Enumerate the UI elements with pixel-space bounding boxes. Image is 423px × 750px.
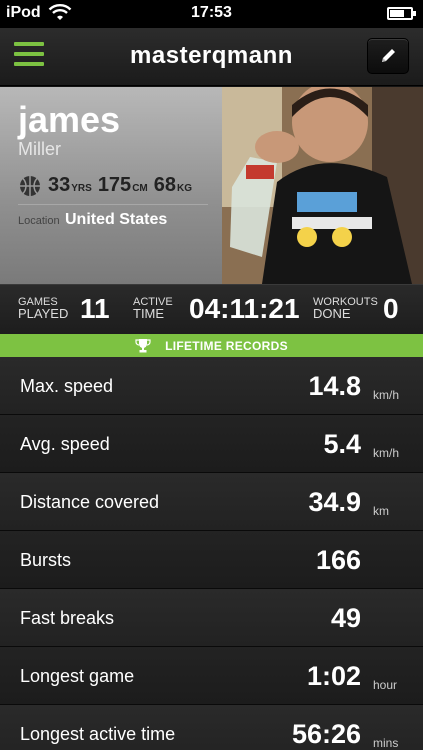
clock: 17:53 (191, 4, 232, 21)
record-value: 5.4 (323, 429, 361, 459)
battery-icon (387, 7, 416, 20)
age-unit: YRS (71, 183, 92, 194)
record-value: 14.8 (308, 371, 361, 401)
lifetime-records-title: LIFETIME RECORDS (165, 338, 288, 353)
weight-value: 68 (153, 174, 176, 196)
record-label: Max. speed (20, 376, 114, 396)
record-label: Longest game (20, 666, 135, 686)
profile-card: james Miller 33 YRS 175 CM 68 KG Locatio… (0, 87, 423, 284)
record-row-longest-game[interactable]: Longest game 1:02 hour (0, 647, 423, 705)
first-name: james (18, 99, 121, 140)
record-label: Avg. speed (20, 434, 110, 454)
body-stats: 33 YRS 175 CM 68 KG (18, 174, 198, 198)
record-label: Distance covered (20, 492, 160, 512)
record-row-avg-speed[interactable]: Avg. speed 5.4 km/h (0, 415, 423, 473)
divider (18, 204, 208, 205)
lifetime-records-header: LIFETIME RECORDS (0, 334, 423, 357)
basketball-icon (20, 176, 40, 196)
height-value: 175 (97, 174, 132, 196)
age-value: 33 (48, 174, 71, 196)
record-row-distance-covered[interactable]: Distance covered 34.9 km (0, 473, 423, 531)
games-played-label: GAMES PLAYED (18, 296, 69, 321)
record-unit: km/h (373, 446, 400, 460)
record-row-longest-active-time[interactable]: Longest active time 56:26 mins (0, 705, 423, 750)
record-row-fast-breaks[interactable]: Fast breaks 49 (0, 589, 423, 647)
record-row-max-speed[interactable]: Max. speed 14.8 km/h (0, 357, 423, 415)
record-value: 166 (315, 545, 361, 575)
workouts-done-value: 0 (383, 293, 399, 324)
games-played-value: 11 (80, 293, 110, 324)
last-name: Miller (18, 139, 61, 159)
summary-stats: GAMES PLAYED 11 ACTIVE TIME 04:11:21 WOR… (0, 284, 423, 334)
navigation-bar: masterqmann (0, 28, 423, 86)
page-title: masterqmann (130, 42, 293, 69)
active-time-label: ACTIVE TIME (133, 296, 173, 321)
profile-photo-image (222, 87, 423, 284)
active-time-value: 04:11:21 (189, 293, 300, 324)
location-value: United States (65, 211, 168, 228)
record-row-bursts[interactable]: Bursts 166 (0, 531, 423, 589)
record-unit: hour (373, 678, 398, 692)
profile-photo[interactable] (222, 87, 423, 284)
weight-unit: KG (177, 183, 192, 194)
record-label: Bursts (20, 550, 72, 570)
record-value: 49 (330, 603, 361, 633)
workouts-done-label: WORKOUTS DONE (313, 296, 378, 321)
record-label: Longest active time (20, 724, 176, 744)
record-value: 56:26 (291, 719, 361, 749)
record-unit: km/h (373, 388, 400, 402)
height-unit: CM (132, 183, 148, 194)
records-list: Max. speed 14.8 km/h Avg. speed 5.4 km/h… (0, 357, 423, 750)
record-unit: km (373, 504, 389, 518)
record-value: 34.9 (308, 487, 361, 517)
edit-profile-button[interactable] (367, 38, 409, 74)
record-value: 1:02 (306, 661, 361, 691)
record-unit: mins (373, 736, 399, 750)
pencil-icon (382, 49, 395, 62)
status-bar: iPod 17:53 (0, 0, 423, 28)
profile-info: james Miller 33 YRS 175 CM 68 KG Locatio… (0, 87, 222, 284)
record-label: Fast breaks (20, 608, 115, 628)
location-label: Location (18, 215, 60, 227)
trophy-icon (135, 338, 151, 352)
hamburger-menu-icon[interactable] (14, 42, 44, 70)
